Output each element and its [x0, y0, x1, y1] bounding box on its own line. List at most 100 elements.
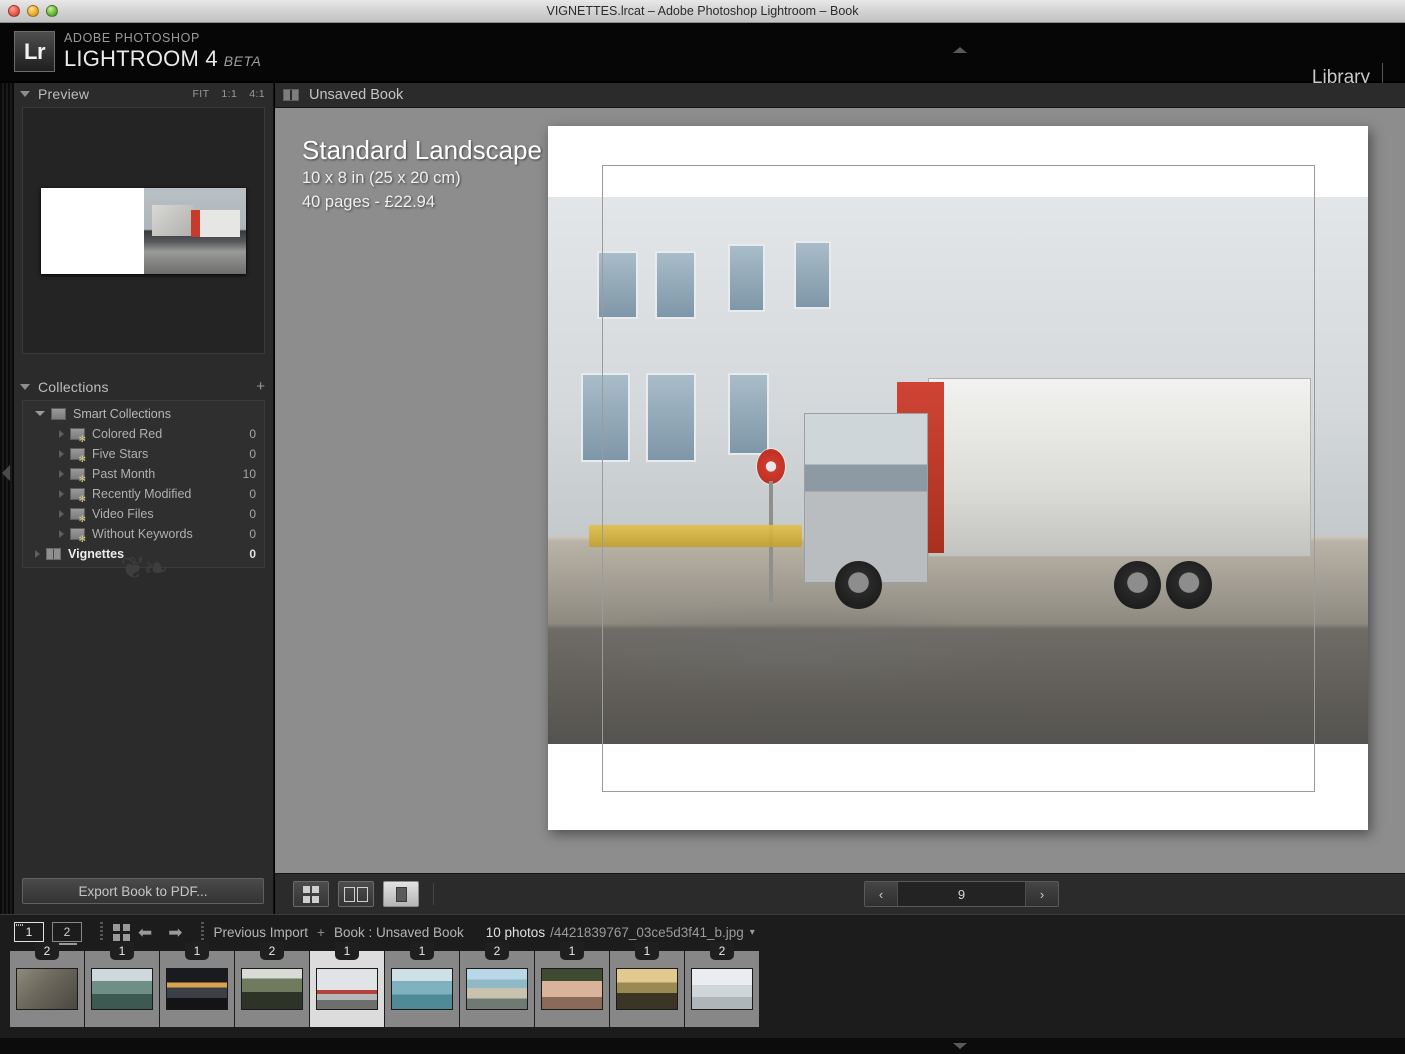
page-background	[548, 126, 1368, 830]
brand-block: ADOBE PHOTOSHOP LIGHTROOM 4 BETA	[64, 31, 261, 74]
collection-label: Colored Red	[92, 427, 163, 441]
bottom-panel-collapse-icon[interactable]	[953, 1043, 967, 1049]
collection-item-five-stars[interactable]: Five Stars 0	[23, 444, 264, 464]
zoom-1-1[interactable]: 1:1	[221, 88, 237, 100]
collection-item-recently-modified[interactable]: Recently Modified 0	[23, 484, 264, 504]
thumbnail-image	[541, 968, 603, 1010]
toolbar-dot-divider	[100, 922, 103, 942]
lightroom-logo-icon: Lr	[14, 31, 55, 72]
thumbnail-image	[166, 968, 228, 1010]
preview-panel-title: Preview	[38, 86, 90, 102]
page-cell-guide	[602, 165, 1315, 792]
thumbnail-sunset[interactable]: 1	[160, 942, 234, 1027]
breadcrumb: Previous Import + Book : Unsaved Book	[214, 925, 464, 940]
thumbnail-image	[241, 968, 303, 1010]
export-book-to-pdf-button[interactable]: Export Book to PDF...	[22, 878, 264, 904]
disclosure-triangle-icon[interactable]	[20, 91, 30, 97]
single-page-view-button[interactable]	[383, 881, 419, 907]
filmstrip-thumbnails: 2 1 1 2 1 1 2 1 1 2	[10, 942, 760, 1027]
left-panel-collapse-icon[interactable]	[2, 465, 10, 481]
collection-item-past-month[interactable]: Past Month 10	[23, 464, 264, 484]
brand-adobe-photoshop: ADOBE PHOTOSHOP	[64, 31, 200, 45]
collection-label: Past Month	[92, 467, 156, 481]
book-canvas[interactable]: Standard Landscape 10 x 8 in (25 x 20 cm…	[275, 109, 1405, 873]
collection-item-colored-red[interactable]: Colored Red 0	[23, 424, 264, 444]
source-button-2[interactable]: 2	[52, 922, 82, 945]
chevron-right-icon[interactable]	[59, 530, 64, 538]
thumbnail-truck[interactable]: 1	[310, 942, 384, 1027]
breadcrumb-book-unsaved-book[interactable]: Book : Unsaved Book	[334, 925, 464, 940]
thumbnail-swimmer[interactable]: 1	[385, 942, 459, 1027]
os-titlebar: VIGNETTES.lrcat – Adobe Photoshop Lightr…	[0, 0, 1405, 23]
thumbnail-field[interactable]: 2	[235, 942, 309, 1027]
back-arrow-icon[interactable]: ⬅	[138, 924, 152, 941]
thumbnail-beach[interactable]: 2	[460, 942, 534, 1027]
collection-group-label: Smart Collections	[73, 407, 171, 421]
disclosure-triangle-icon[interactable]	[20, 384, 30, 390]
top-panel-collapse-icon[interactable]	[953, 47, 967, 53]
use-count-badge: 2	[710, 942, 734, 960]
grid-cell-icon	[312, 895, 319, 903]
collections-list: Smart Collections Colored Red 0 Five Sta…	[22, 400, 265, 568]
collections-panel-header[interactable]: Collections +	[14, 376, 273, 398]
page-outline-icon	[344, 886, 355, 902]
current-page-number[interactable]: 9	[897, 882, 1026, 906]
thumbnail-snow[interactable]: 2	[685, 942, 759, 1027]
left-panel-gutter[interactable]	[0, 83, 14, 914]
collection-count: 0	[249, 447, 256, 461]
breadcrumb-previous-import[interactable]: Previous Import	[214, 925, 309, 940]
chevron-right-icon[interactable]	[59, 430, 64, 438]
multi-page-view-button[interactable]	[293, 881, 329, 907]
collection-count: 0	[249, 507, 256, 521]
thumbnail-pebbles[interactable]: 2	[10, 942, 84, 1027]
grid-view-icon[interactable]	[113, 923, 130, 941]
collection-group-smart-collections[interactable]: Smart Collections	[23, 404, 264, 424]
chevron-down-icon[interactable]	[35, 411, 45, 420]
smart-collection-icon	[70, 488, 86, 504]
previous-page-button[interactable]: ‹	[865, 882, 897, 906]
zoom-fit[interactable]: FIT	[192, 88, 209, 100]
smart-collection-icon	[70, 428, 86, 444]
smart-collection-icon	[70, 448, 86, 464]
use-count-badge: 1	[185, 942, 209, 960]
toolbar-dot-divider	[200, 922, 204, 942]
filmstrip: 1 2 ⬅ ➡ Previous Import + Book : Unsaved…	[0, 914, 1405, 1054]
chevron-right-icon[interactable]	[59, 510, 64, 518]
preview-panel-header[interactable]: Preview FIT 1:1 4:1	[14, 83, 273, 105]
filmstrip-bottom-rail	[0, 1038, 1405, 1054]
grid-cell-icon	[303, 885, 310, 893]
thumbnail-coast[interactable]: 1	[85, 942, 159, 1027]
use-count-badge: 2	[260, 942, 284, 960]
panel-ornament-icon: ❦❧	[120, 552, 168, 585]
preview-page-left	[41, 187, 144, 274]
use-count-badge: 2	[485, 942, 509, 960]
collection-item-video-files[interactable]: Video Files 0	[23, 504, 264, 524]
thumbnail-image	[616, 968, 678, 1010]
book-name-label[interactable]: Unsaved Book	[309, 87, 403, 103]
source-button-1[interactable]: 1	[14, 922, 44, 942]
lightroom-window: VIGNETTES.lrcat – Adobe Photoshop Lightr…	[0, 0, 1405, 1054]
chevron-right-icon[interactable]	[59, 490, 64, 498]
book-page[interactable]	[548, 126, 1368, 830]
thumbnail-crowd[interactable]: 1	[535, 942, 609, 1027]
zoom-4-1[interactable]: 4:1	[249, 88, 265, 100]
chevron-right-icon[interactable]	[59, 450, 64, 458]
book-spread-icon	[283, 89, 299, 101]
chevron-right-icon[interactable]	[59, 470, 64, 478]
grid-cell-icon	[312, 885, 319, 893]
use-count-badge: 2	[35, 942, 59, 960]
preview-thumbnail[interactable]	[22, 107, 265, 354]
thumbnail-meadow[interactable]: 1	[610, 942, 684, 1027]
next-page-button[interactable]: ›	[1026, 882, 1058, 906]
collection-count: 0	[249, 487, 256, 501]
chevron-down-icon[interactable]: ▾	[750, 927, 755, 938]
breadcrumb-separator: +	[317, 924, 325, 940]
collection-count: 0	[249, 527, 256, 541]
forward-arrow-icon[interactable]: ➡	[168, 924, 182, 941]
book-size-label: 10 x 8 in (25 x 20 cm)	[302, 169, 461, 187]
collection-item-without-keywords[interactable]: Without Keywords 0	[23, 524, 264, 544]
add-collection-icon[interactable]: +	[256, 379, 265, 394]
filmstrip-toolbar: 1 2 ⬅ ➡ Previous Import + Book : Unsaved…	[0, 915, 1405, 949]
book-pages-price-label: 40 pages - £22.94	[302, 193, 436, 211]
spread-view-button[interactable]	[338, 881, 374, 907]
